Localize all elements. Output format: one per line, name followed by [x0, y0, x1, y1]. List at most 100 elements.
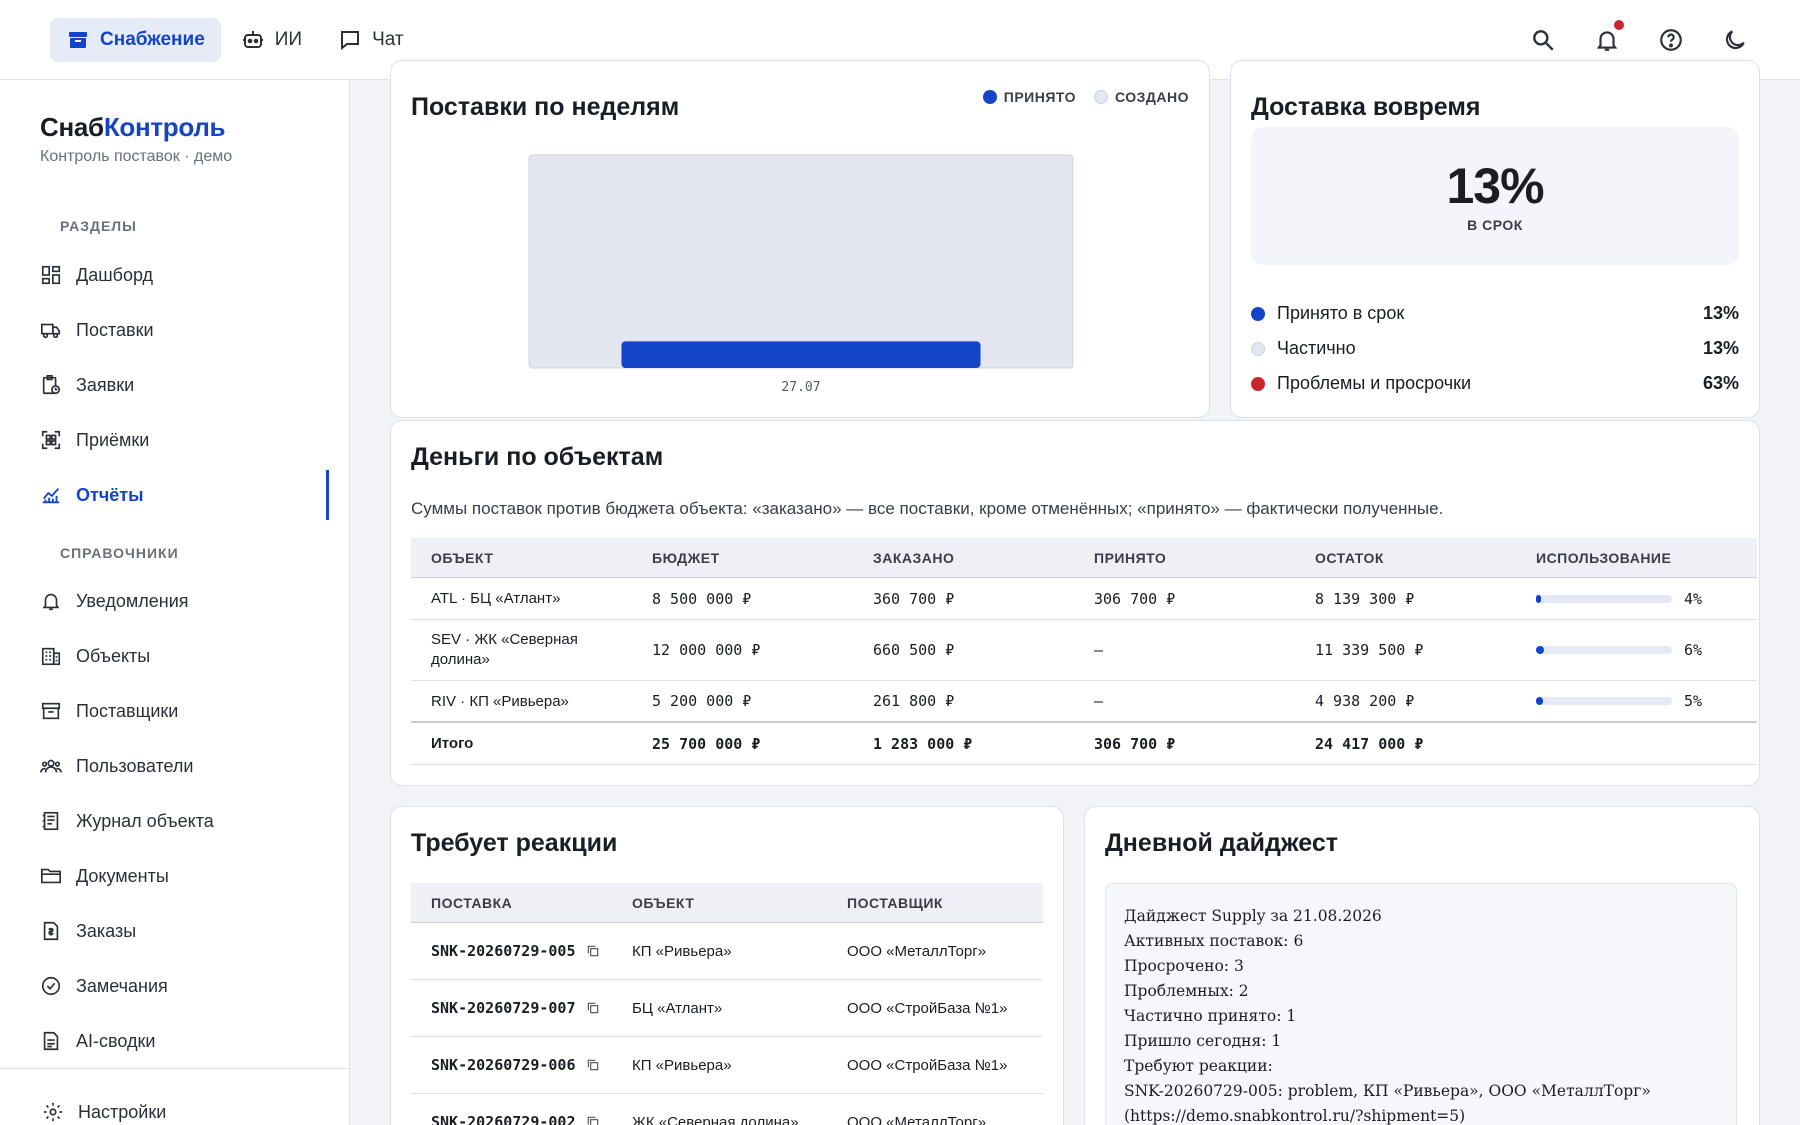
sidebar-item-settings[interactable]: Настройки	[42, 1092, 332, 1125]
column-header[interactable]: ПОСТАВЩИК	[847, 895, 1043, 911]
gear-icon	[43, 1102, 63, 1122]
table-row[interactable]: SNK-20260729-005 КП «Ривьера» ООО «Метал…	[411, 923, 1043, 980]
users-icon	[40, 759, 62, 773]
sidebar-item-suppliers[interactable]: Поставщики	[40, 691, 330, 731]
usage-bar-fill	[1536, 646, 1545, 654]
sidebar-item-documents[interactable]: Документы	[40, 856, 330, 896]
sidebar-item-users[interactable]: Пользователи	[40, 746, 330, 786]
sidebar-item-requests[interactable]: Заявки	[40, 365, 330, 405]
digest-line: Частично принято: 1	[1124, 1007, 1297, 1025]
usage-bar-fill	[1536, 594, 1542, 603]
digest-text[interactable]: Дайджест Supply за 21.08.2026 Активных по…	[1105, 883, 1737, 1125]
digest-line: Активных поставок: 6	[1124, 932, 1304, 950]
usage-value: 4%	[1684, 589, 1703, 608]
tab-supply[interactable]: Снабжение	[50, 17, 221, 62]
digest-line: Требуют реакции:	[1124, 1057, 1273, 1075]
total-ordered: 1 283 000 ₽	[873, 734, 973, 753]
sidebar-divider	[0, 1068, 350, 1069]
ontime-row-value: 13%	[1702, 338, 1739, 358]
sidebar-item-receipts[interactable]: Приёмки	[40, 420, 330, 460]
shipment-id[interactable]: SNK-20260729-002	[431, 1113, 576, 1125]
tab-ai-label: ИИ	[274, 28, 303, 50]
usage-bar	[1536, 594, 1672, 603]
usage-cell: 5%	[1516, 692, 1737, 710]
object-cell: SEV · ЖК «Северная долина»	[431, 631, 578, 668]
column-header[interactable]: ОСТАТОК	[1295, 550, 1516, 566]
copy-icon[interactable]	[586, 1058, 600, 1072]
money-by-objects-card: Деньги по объектам Суммы поставок против…	[390, 420, 1760, 786]
ontime-row-value: 13%	[1702, 303, 1739, 323]
digest-line: Дайджест Supply за 21.08.2026	[1124, 907, 1382, 925]
table-row[interactable]: SNK-20260729-006 КП «Ривьера» ООО «Строй…	[411, 1037, 1043, 1094]
tab-chat[interactable]: Чат	[322, 18, 420, 62]
sidebar-item-shipments[interactable]: Поставки	[40, 310, 330, 350]
object-cell: RIV · КП «Ривьера»	[431, 692, 569, 710]
sidebar-item-notifications[interactable]: Уведомления	[40, 581, 330, 621]
table-row[interactable]: SEV · ЖК «Северная долина» 12 000 000 ₽ …	[411, 620, 1757, 681]
tab-ai[interactable]: ИИ	[225, 18, 318, 62]
truck-icon	[41, 323, 61, 339]
rest-cell: 4 938 200 ₽	[1315, 692, 1415, 710]
sidebar-item-label: Пользователи	[76, 755, 194, 776]
copy-icon[interactable]	[586, 1115, 600, 1125]
total-budget: 25 700 000 ₽	[652, 734, 761, 753]
help-button[interactable]	[1656, 20, 1686, 60]
bar-created[interactable]	[528, 154, 1074, 369]
accepted-cell: —	[1094, 692, 1104, 710]
search-button[interactable]	[1528, 20, 1558, 60]
sidebar: СнабКонтроль Контроль поставок · демо РА…	[0, 80, 350, 1125]
sidebar-item-dashboard[interactable]: Дашборд	[40, 255, 330, 295]
column-header[interactable]: ПОСТАВКА	[411, 895, 632, 911]
active-indicator	[326, 470, 329, 520]
sidebar-item-orders[interactable]: Заказы	[40, 911, 330, 951]
card-title: Требует реакции	[411, 829, 618, 857]
column-header[interactable]: БЮДЖЕТ	[632, 550, 853, 566]
table-row[interactable]: ATL · БЦ «Атлант» 8 500 000 ₽ 360 700 ₽ …	[411, 578, 1757, 620]
column-header[interactable]: ИСПОЛЬЗОВАНИЕ	[1516, 550, 1737, 566]
column-header[interactable]: ЗАКАЗАНО	[853, 550, 1074, 566]
column-header[interactable]: ПРИНЯТО	[1074, 550, 1295, 566]
notifications-button[interactable]	[1592, 20, 1624, 60]
table-row[interactable]: SNK-20260729-007 БЦ «Атлант» ООО «СтройБ…	[411, 980, 1043, 1037]
sidebar-item-reports[interactable]: Отчёты	[40, 475, 330, 515]
archive-box-icon	[69, 31, 87, 48]
sidebar-item-objects[interactable]: Объекты	[40, 636, 330, 676]
digest-line: SNK-20260729-005: problem, КП «Ривьера»,…	[1124, 1082, 1651, 1100]
table-row[interactable]: RIV · КП «Ривьера» 5 200 000 ₽ 261 800 ₽…	[411, 681, 1757, 723]
copy-icon[interactable]	[586, 1001, 600, 1015]
document-icon	[43, 1031, 59, 1051]
shipment-id[interactable]: SNK-20260729-005	[431, 942, 576, 960]
sidebar-item-label: Замечания	[76, 975, 168, 996]
table-row[interactable]: SNK-20260729-002 ЖК «Северная долина» ОО…	[411, 1094, 1043, 1125]
ontime-row-label: Частично	[1277, 338, 1356, 358]
daily-digest-card: Дневной дайджест Дайджест Supply за 21.0…	[1084, 806, 1760, 1125]
copy-icon[interactable]	[586, 944, 600, 958]
ontime-summary: 13% В СРОК	[1251, 127, 1739, 265]
bar-accepted[interactable]	[621, 341, 981, 368]
search-icon	[1533, 30, 1554, 51]
shipment-id[interactable]: SNK-20260729-006	[431, 1056, 576, 1074]
usage-cell: 6%	[1516, 641, 1737, 659]
shipment-id[interactable]: SNK-20260729-007	[431, 999, 576, 1017]
sidebar-item-remarks[interactable]: Замечания	[40, 966, 330, 1006]
x-tick-label: 27.07	[781, 380, 820, 395]
budget-cell: 8 500 000 ₽	[652, 589, 752, 608]
sidebar-item-ai-summaries[interactable]: AI-сводки	[40, 1021, 330, 1061]
building-icon	[41, 647, 61, 666]
card-title: Дневной дайджест	[1105, 829, 1338, 857]
object-cell: ЖК «Северная долина»	[632, 1113, 799, 1125]
column-header[interactable]: ОБЪЕКТ	[632, 895, 847, 911]
check-circle-icon	[41, 976, 61, 996]
object-cell: КП «Ривьера»	[632, 1056, 732, 1074]
sidebar-item-label: Приёмки	[76, 429, 150, 450]
column-header[interactable]: ОБЪЕКТ	[411, 550, 632, 566]
bell-icon	[42, 593, 60, 611]
accepted-cell: 306 700 ₽	[1094, 589, 1176, 608]
usage-cell: 4%	[1516, 590, 1737, 608]
ontime-percent-label: В СРОК	[1467, 217, 1523, 233]
card-title: Деньги по объектам	[411, 443, 664, 471]
tab-supply-label: Снабжение	[100, 28, 205, 50]
sidebar-item-object-journal[interactable]: Журнал объекта	[40, 801, 330, 841]
total-rest: 24 417 000 ₽	[1315, 734, 1424, 753]
theme-toggle-button[interactable]	[1720, 20, 1750, 60]
